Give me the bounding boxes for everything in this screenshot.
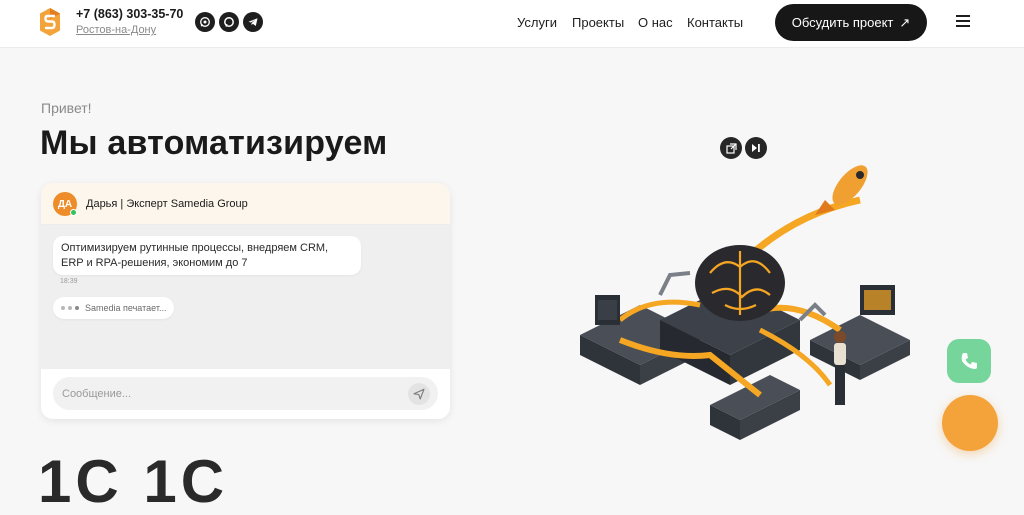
telegram-icon[interactable] [243, 12, 263, 32]
message-input[interactable] [53, 377, 438, 410]
discuss-project-label: Обсудить проект [791, 15, 894, 30]
online-status-dot [70, 209, 77, 216]
nav-services[interactable]: Услуги [517, 15, 557, 30]
nav-about[interactable]: О нас [638, 15, 673, 30]
greeting: Привет! [41, 100, 92, 116]
below-fold-heading: 1С 1С [38, 448, 229, 515]
chat-header: ДА Дарья | Эксперт Samedia Group [41, 183, 450, 225]
max-icon[interactable] [219, 12, 239, 32]
site-header: +7 (863) 303-35-70 Ростов-на-Дону Услуги… [0, 0, 1024, 48]
menu-icon[interactable] [956, 15, 970, 29]
samedia-logo-icon[interactable] [40, 8, 60, 36]
arrow-up-right-icon: ↗ [899, 14, 911, 30]
chat-launcher-button[interactable] [942, 395, 998, 451]
typing-dots-icon [61, 306, 79, 310]
chat-footer [41, 369, 450, 419]
chat-message: Оптимизируем рутинные процессы, внедряем… [53, 236, 361, 275]
phone-number[interactable]: +7 (863) 303-35-70 [76, 7, 183, 21]
discuss-project-button[interactable]: Обсудить проект ↗ [775, 4, 927, 41]
call-button[interactable] [947, 339, 991, 383]
message-time: 18:39 [60, 278, 78, 285]
send-icon [413, 388, 425, 400]
city-link[interactable]: Ростов-на-Дону [76, 24, 156, 36]
hero-headline: Мы автоматизируем [40, 124, 388, 162]
phone-icon [961, 353, 977, 369]
external-view-icon [725, 142, 737, 154]
typing-indicator: Samedia печатает... [53, 297, 174, 319]
send-button[interactable] [408, 383, 430, 405]
whatsapp-icon[interactable] [195, 12, 215, 32]
nav-projects[interactable]: Проекты [572, 15, 624, 30]
chat-widget: ДА Дарья | Эксперт Samedia Group Оптимиз… [41, 183, 450, 419]
skip-forward-icon [752, 144, 760, 152]
agent-name: Дарья | Эксперт Samedia Group [86, 198, 248, 210]
typing-label: Samedia печатает... [85, 303, 167, 313]
automation-brain-illustration [580, 165, 910, 440]
nav-contacts[interactable]: Контакты [687, 15, 743, 30]
